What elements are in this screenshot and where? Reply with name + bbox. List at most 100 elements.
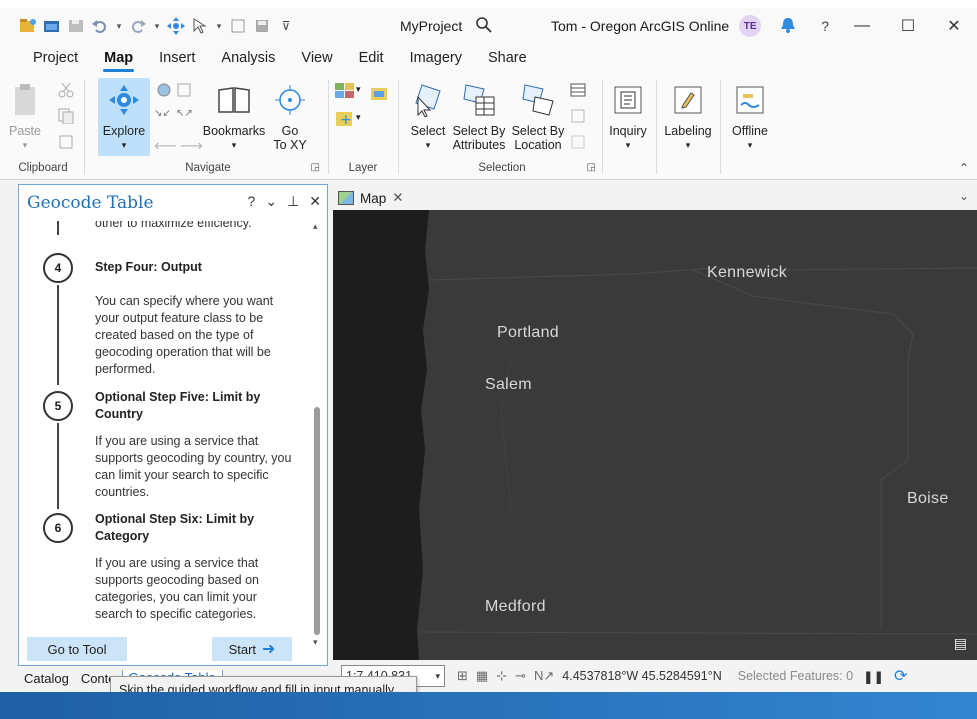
redo-dropdown-icon[interactable]: ▾ xyxy=(152,16,162,36)
select-by-location-label: Select By Location xyxy=(511,124,565,152)
table-icon[interactable]: ▦ xyxy=(476,668,488,684)
pin-icon[interactable]: ⊥ xyxy=(287,193,299,210)
refresh-icon[interactable]: ⟳ xyxy=(894,666,907,686)
full-extent-icon[interactable] xyxy=(156,82,172,101)
undo-dropdown-icon[interactable]: ▾ xyxy=(114,16,124,36)
tab-project[interactable]: Project xyxy=(20,46,91,72)
navigate-dialog-launcher-icon[interactable]: ◲ xyxy=(311,162,320,173)
go-to-xy-button[interactable]: Go To XY xyxy=(268,82,312,152)
basemap-icon[interactable] xyxy=(334,82,358,103)
select-by-attributes-button[interactable]: Select By Attributes xyxy=(450,82,508,152)
tab-list-chevron-icon[interactable]: ⌄ xyxy=(959,189,969,203)
zoom-in-fixed-icon[interactable]: ↘↙ xyxy=(154,108,171,119)
labeling-button[interactable]: Labeling ▾ xyxy=(662,82,714,152)
pane-help-icon[interactable]: ? xyxy=(248,193,256,210)
selected-features[interactable]: Selected Features: 0 xyxy=(738,669,853,683)
add-preset-icon[interactable] xyxy=(370,86,388,105)
signed-in-user[interactable]: Tom - Oregon ArcGIS Online xyxy=(551,18,729,34)
tab-edit[interactable]: Edit xyxy=(346,46,397,72)
pane-close-icon[interactable]: ✕ xyxy=(309,193,321,210)
north-arrow-icon[interactable]: N↗ xyxy=(534,668,554,684)
customize-toolbar-icon[interactable]: ⊽ xyxy=(276,16,296,36)
scale-dropdown-icon: ▾ xyxy=(435,670,440,681)
close-button[interactable]: ✕ xyxy=(931,16,977,36)
tab-insert[interactable]: Insert xyxy=(146,46,208,72)
undo-icon[interactable] xyxy=(90,16,110,36)
pane-header: Geocode Table ? ⌄ ⊥ ✕ xyxy=(19,185,327,221)
explore-tool-icon[interactable] xyxy=(166,16,186,36)
map-view[interactable]: Kennewick Portland Salem Boise Medford ▤ xyxy=(333,210,977,660)
fixed-zoom-icon[interactable] xyxy=(176,82,192,101)
pause-drawing-icon[interactable]: ❚❚ xyxy=(863,669,884,684)
selection-group: Select ▾ Select By Attributes Select By … xyxy=(402,76,602,178)
notifications-icon[interactable] xyxy=(779,16,797,37)
help-icon[interactable]: ? xyxy=(821,18,829,34)
select-label: Select xyxy=(410,124,446,138)
pane-options-icon[interactable]: ⌄ xyxy=(265,193,277,210)
previous-extent-icon[interactable]: ⟵ xyxy=(154,136,177,156)
copy-path-icon[interactable] xyxy=(58,134,74,153)
ribbon: Paste ▾ Clipboard Explore ▾ ↘↙ ↖↗ ⟵ ⟶ Bo… xyxy=(0,72,977,180)
city-label-salem: Salem xyxy=(485,376,532,393)
bookmarks-button[interactable]: Bookmarks ▾ xyxy=(200,82,268,152)
scroll-up-icon[interactable]: ▴ xyxy=(313,221,318,232)
bookmarks-label: Bookmarks xyxy=(202,124,266,138)
minimize-button[interactable]: — xyxy=(839,17,885,35)
zoom-out-fixed-icon[interactable]: ↖↗ xyxy=(176,108,193,119)
copy-icon[interactable] xyxy=(58,108,74,127)
add-data-dropdown-icon[interactable]: ▾ xyxy=(356,112,361,123)
tab-view[interactable]: View xyxy=(288,46,345,72)
new-project-icon[interactable] xyxy=(18,16,38,36)
go-to-xy-icon xyxy=(272,82,308,118)
select-tool-icon[interactable] xyxy=(190,16,210,36)
offline-label: Offline xyxy=(732,124,768,138)
zoom-to-selection-icon[interactable] xyxy=(570,134,586,153)
offline-button[interactable]: Offline ▾ xyxy=(726,82,774,152)
clipboard-group-label: Clipboard xyxy=(18,162,68,174)
tab-share[interactable]: Share xyxy=(475,46,540,72)
cut-icon[interactable] xyxy=(58,82,74,101)
collapse-ribbon-icon[interactable]: ⌃ xyxy=(959,161,969,175)
maximize-button[interactable]: ☐ xyxy=(885,16,931,36)
open-project-icon[interactable] xyxy=(42,16,62,36)
layer-group-label: Layer xyxy=(348,162,378,174)
basemap-dropdown-icon[interactable]: ▾ xyxy=(356,84,361,95)
save-icon[interactable] xyxy=(252,16,272,36)
save-project-icon[interactable] xyxy=(66,16,86,36)
clear-selection-icon[interactable] xyxy=(570,108,586,127)
tab-imagery[interactable]: Imagery xyxy=(397,46,475,72)
select-dropdown-icon[interactable]: ▾ xyxy=(214,16,224,36)
start-button[interactable]: Start ➜ xyxy=(212,637,292,661)
avatar[interactable]: TE xyxy=(739,15,762,37)
offline-map-icon xyxy=(732,82,768,118)
map-view-tab[interactable]: Map ✕ xyxy=(338,187,404,209)
step-connector xyxy=(57,285,59,385)
start-label: Start xyxy=(228,641,257,657)
map-canvas[interactable] xyxy=(333,210,977,660)
redo-icon[interactable] xyxy=(128,16,148,36)
scroll-thumb[interactable] xyxy=(314,407,320,635)
select-by-location-button[interactable]: Select By Location xyxy=(510,82,566,152)
attribute-table-icon[interactable] xyxy=(570,82,586,101)
tab-catalog[interactable]: Catalog xyxy=(18,671,75,686)
explore-dropdown-icon: ▾ xyxy=(121,140,127,150)
explore-button[interactable]: Explore ▾ xyxy=(98,78,150,156)
paste-button[interactable]: Paste ▾ xyxy=(9,82,41,152)
select-button[interactable]: Select ▾ xyxy=(406,82,450,152)
tab-map[interactable]: Map xyxy=(91,46,146,72)
layout-icon[interactable] xyxy=(228,16,248,36)
search-icon[interactable] xyxy=(476,16,492,36)
truncated-text: other to maximize efficiency. xyxy=(95,221,252,230)
constraint-icon[interactable]: ⊸ xyxy=(515,668,526,684)
go-to-tool-button[interactable]: Go to Tool xyxy=(27,637,127,661)
add-grid-icon[interactable]: ⊞ xyxy=(457,668,468,684)
attribution-icon[interactable]: ▤ xyxy=(954,635,967,652)
select-icon xyxy=(410,82,446,118)
pane-scrollbar[interactable]: ▴ ▾ xyxy=(313,221,323,647)
snapping-icon[interactable]: ⊹ xyxy=(496,668,507,684)
tab-analysis[interactable]: Analysis xyxy=(208,46,288,72)
map-tab-close-icon[interactable]: ✕ xyxy=(392,190,403,206)
add-data-icon[interactable]: + xyxy=(334,110,354,131)
selection-dialog-launcher-icon[interactable]: ◲ xyxy=(587,162,596,173)
inquiry-button[interactable]: Inquiry ▾ xyxy=(606,82,650,152)
